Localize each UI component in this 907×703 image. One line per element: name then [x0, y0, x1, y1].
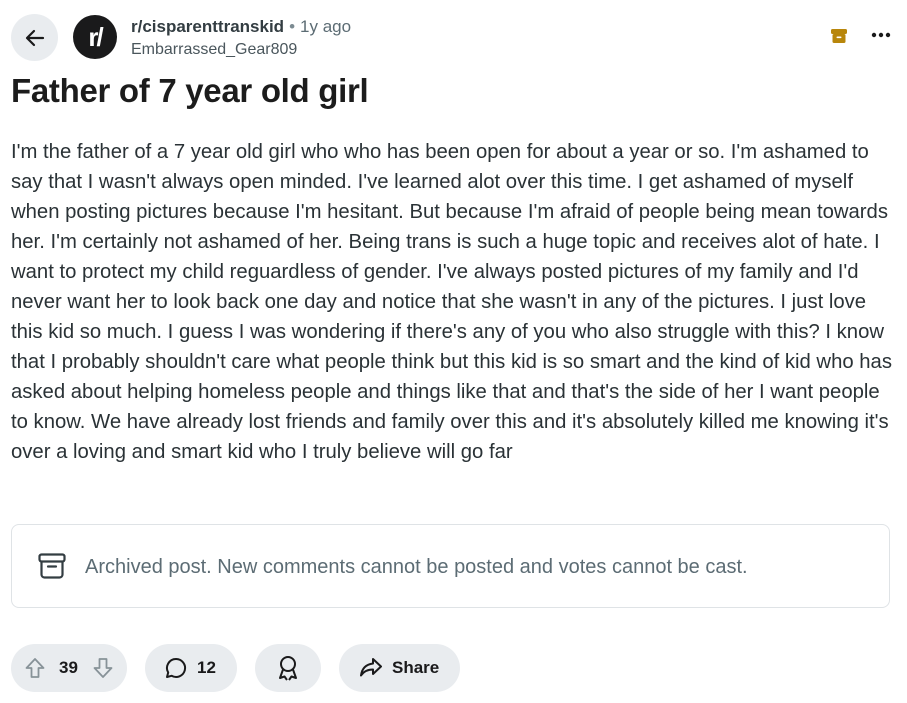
arrow-left-icon [25, 29, 44, 46]
subreddit-name[interactable]: r/cisparenttranskid [131, 17, 284, 37]
post-body-text: I'm the father of a 7 year old girl who … [11, 141, 898, 463]
share-button[interactable]: Share [339, 644, 460, 692]
archived-notice-text: Archived post. New comments cannot be po… [85, 556, 748, 578]
subreddit-avatar-text: r/ [88, 21, 103, 52]
comment-bubble-icon [166, 657, 187, 678]
award-button[interactable] [255, 644, 321, 692]
comments-button[interactable]: 12 [145, 644, 237, 692]
share-arrow-icon [360, 658, 382, 677]
comment-count: 12 [197, 658, 216, 677]
post-title: Father of 7 year old girl [11, 72, 369, 109]
vote-count: 39 [59, 658, 78, 677]
downvote-arrow-icon[interactable] [91, 656, 115, 680]
upvote-arrow-icon[interactable] [23, 656, 47, 680]
vote-bar: 39 [11, 644, 127, 692]
post-meta: r/cisparenttranskid • 1y ago [131, 17, 351, 37]
share-label: Share [392, 658, 440, 677]
award-icon [279, 656, 297, 681]
more-options-button[interactable] [866, 20, 896, 50]
subreddit-avatar[interactable]: r/ [73, 15, 117, 59]
archived-notice: Archived post. New comments cannot be po… [11, 524, 890, 608]
archive-icon [831, 29, 847, 43]
post-time: 1y ago [300, 17, 352, 36]
post-header: r/ r/cisparenttranskid • 1y ago Embarras… [11, 14, 896, 64]
post-author[interactable]: Embarrassed_Gear809 [131, 41, 297, 59]
ellipsis-icon [871, 32, 891, 38]
post-body: I'm the father of a 7 year old girl who … [11, 137, 896, 467]
back-button[interactable] [11, 14, 58, 61]
meta-separator: • [289, 17, 296, 36]
archive-icon [38, 553, 66, 579]
